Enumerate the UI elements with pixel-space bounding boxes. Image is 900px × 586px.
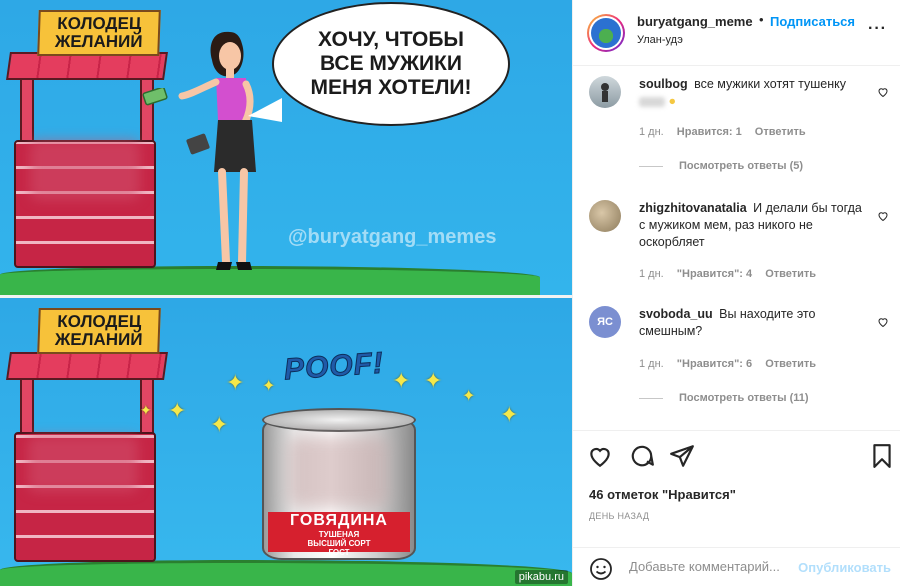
well-roof	[6, 352, 168, 380]
well-blur	[30, 140, 140, 200]
comment-text: soulbog все мужики хотят тушенку ●	[639, 77, 846, 108]
author-avatar[interactable]	[587, 14, 625, 52]
sparkle-icon: ✦	[462, 388, 476, 405]
well-sign: КОЛОДЕЦ ЖЕЛАНИЙ	[37, 308, 161, 354]
comment-item: ЯС svoboda_uu Вы находите это смешным? 1…	[589, 306, 889, 416]
well-blur	[28, 436, 138, 492]
grass	[0, 560, 572, 586]
reply-button[interactable]: Ответить	[765, 268, 816, 280]
well-sign: КОЛОДЕЦ ЖЕЛАНИЙ	[37, 10, 161, 56]
share-icon[interactable]	[669, 443, 695, 469]
comment-text: svoboda_uu Вы находите это смешным?	[639, 307, 816, 338]
comment-item: soulbog все мужики хотят тушенку ● 1 дн.…	[589, 76, 889, 186]
post-location[interactable]: Улан-удэ	[637, 34, 683, 46]
comment-time: 1 дн.	[639, 268, 664, 280]
comment-meta: 1 дн. "Нравится": 6 Ответить	[639, 358, 826, 370]
speech-bubble: ХОЧУ, ЧТОБЫ ВСЕ МУЖИКИ МЕНЯ ХОТЕЛИ!	[272, 2, 510, 126]
comment-likes[interactable]: Нравится: 1	[677, 126, 742, 138]
comment-time: 1 дн.	[639, 358, 664, 370]
heart-icon[interactable]	[877, 210, 889, 222]
comment-input[interactable]	[629, 559, 799, 574]
comment-likes[interactable]: "Нравится": 6	[677, 358, 752, 370]
poof-text: POOF!	[282, 346, 385, 387]
meme-top-panel: КОЛОДЕЦ ЖЕЛАНИЙ ХОЧУ, ЧТОБЫ ВСЕ МУЖИКИ М…	[0, 0, 572, 296]
view-replies-button[interactable]: Посмотреть ответы (11)	[639, 392, 809, 404]
post-sidebar: buryatgang_meme • Подписаться Улан-удэ ·…	[572, 0, 900, 586]
meme-watermark: @buryatgang_memes	[288, 226, 497, 248]
reply-button[interactable]: Ответить	[765, 358, 816, 370]
view-replies-button[interactable]: Посмотреть ответы (5)	[639, 160, 803, 172]
commenter-avatar[interactable]: ЯС	[589, 306, 621, 338]
comment-username[interactable]: soulbog	[639, 77, 688, 91]
post-image: КОЛОДЕЦ ЖЕЛАНИЙ ХОЧУ, ЧТОБЫ ВСЕ МУЖИКИ М…	[0, 0, 572, 586]
comment-username[interactable]: zhigzhitovanatalia	[639, 201, 747, 215]
emoji-icon: ●	[668, 94, 677, 108]
publish-button[interactable]: Опубликовать	[798, 560, 891, 575]
woman-figure	[178, 31, 256, 270]
comment-meta: 1 дн. Нравится: 1 Ответить	[639, 126, 816, 138]
can-label: ГОВЯДИНА ТУШЕНАЯ ВЫСШИЙ СОРТ ГОСТ	[268, 512, 410, 557]
source-watermark: pikabu.ru	[514, 570, 568, 584]
stew-can-lid	[262, 408, 416, 432]
post-actions: 46 отметок "Нравится" ДЕНЬ НАЗАД Опублик…	[573, 430, 900, 586]
comment-text: zhigzhitovanatalia И делали бы тогда с м…	[639, 201, 862, 249]
well-roof	[6, 52, 168, 80]
comment-username[interactable]: svoboda_uu	[639, 307, 713, 321]
smile-icon[interactable]	[589, 557, 613, 581]
comment-icon[interactable]	[629, 443, 655, 469]
commenter-avatar[interactable]	[589, 76, 621, 108]
sparkle-icon: ✦	[140, 402, 152, 418]
follow-button[interactable]: Подписаться	[770, 14, 855, 29]
more-icon[interactable]: ···	[868, 20, 887, 38]
meme-bottom-panel: КОЛОДЕЦ ЖЕЛАНИЙ POOF! ✦ ✦ ✦ ✦ ✦ ✦ ✦ ✦ ✦ …	[0, 298, 572, 586]
heart-icon[interactable]	[587, 443, 613, 469]
sparkle-icon: ✦	[226, 370, 245, 395]
sparkle-icon: ✦	[262, 378, 276, 395]
comment-meta: 1 дн. "Нравится": 4 Ответить	[639, 268, 826, 280]
likes-count[interactable]: 46 отметок "Нравится"	[589, 487, 736, 502]
post-header: buryatgang_meme • Подписаться Улан-удэ ·…	[573, 0, 900, 66]
commenter-avatar[interactable]	[589, 200, 621, 232]
post-timestamp[interactable]: ДЕНЬ НАЗАД	[589, 511, 649, 521]
add-comment-bar: Опубликовать	[573, 547, 900, 586]
heart-icon[interactable]	[877, 316, 889, 328]
can-image-blur	[288, 436, 388, 508]
blurred-word	[639, 96, 665, 107]
comment-item: zhigzhitovanatalia И делали бы тогда с м…	[589, 200, 889, 290]
bookmark-icon[interactable]	[869, 443, 895, 469]
sparkle-icon: ✦	[210, 412, 229, 437]
speech-bubble-tail	[248, 98, 282, 122]
sparkle-icon: ✦	[168, 398, 187, 423]
sparkle-icon: ✦	[424, 368, 443, 393]
sparkle-icon: ✦	[500, 402, 519, 427]
reply-button[interactable]: Ответить	[755, 126, 806, 138]
author-username[interactable]: buryatgang_meme	[637, 14, 753, 29]
comment-likes[interactable]: "Нравится": 4	[677, 268, 752, 280]
money-bill-icon	[142, 88, 168, 106]
sparkle-icon: ✦	[392, 368, 411, 393]
comment-time: 1 дн.	[639, 126, 664, 138]
separator-dot: •	[759, 12, 764, 27]
heart-icon[interactable]	[877, 86, 889, 98]
